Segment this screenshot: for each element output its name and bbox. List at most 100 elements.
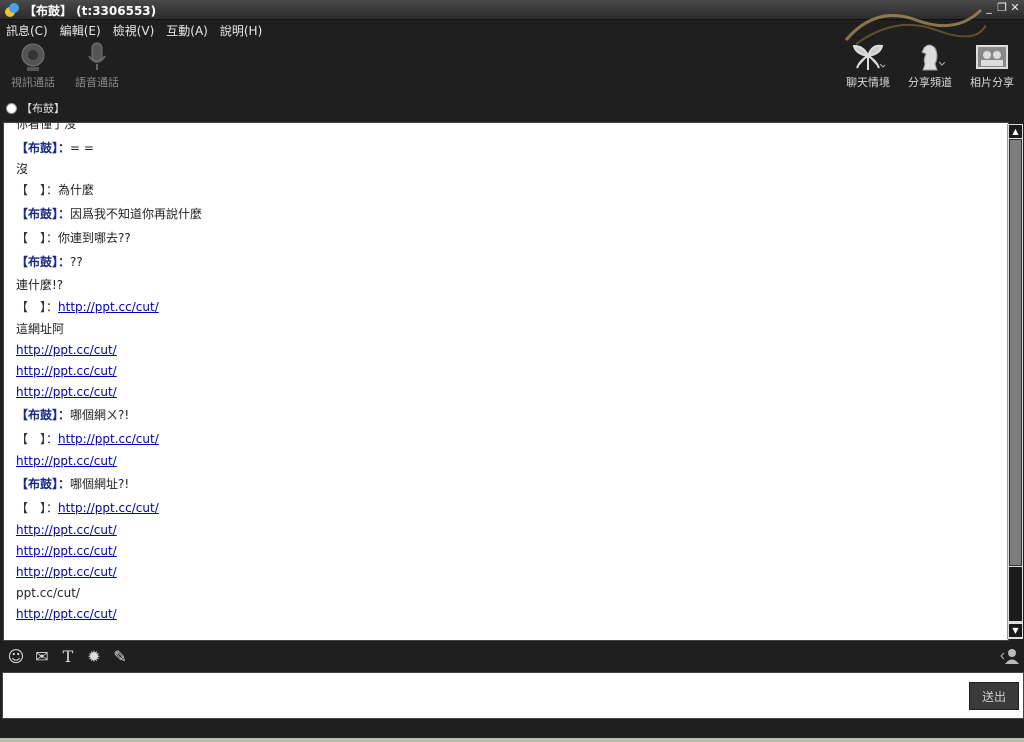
attach-icon[interactable]: ✎: [110, 646, 130, 666]
webcam-icon: [21, 43, 45, 71]
message-link[interactable]: http://ppt.cc/cut/: [58, 300, 159, 314]
bottom-strip: [0, 738, 1024, 742]
message-speaker: 【布鼓】: [16, 477, 59, 491]
send-button[interactable]: 送出: [969, 682, 1019, 710]
chat-history[interactable]: 你看懂了沒 【布鼓】：= = 沒【 】：為什麼 【布鼓】：因爲我不知道你再說什麼【 】…: [3, 122, 1009, 641]
message-text: 連什麼!?: [16, 278, 64, 292]
chat-scene-button[interactable]: 聊天情境: [842, 42, 894, 90]
message-link[interactable]: http://ppt.cc/cut/: [16, 343, 117, 357]
chat-message: 【布鼓】：哪個網ㄨ?!: [16, 406, 129, 423]
message-speaker: 【 】: [16, 231, 47, 245]
chat-message: 這網址阿: [16, 320, 64, 337]
message-text: 這網址阿: [16, 322, 65, 336]
chat-message: 連什麼!?: [16, 276, 63, 293]
message-input-area[interactable]: 送出: [2, 672, 1024, 719]
message-link[interactable]: http://ppt.cc/cut/: [16, 544, 117, 558]
chat-message: 【布鼓】：因爲我不知道你再說什麼: [16, 205, 202, 222]
chat-message: 【布鼓】：哪個網址?!: [16, 475, 129, 492]
chat-scene-label: 聊天情境: [846, 76, 890, 89]
message-speaker: 【布鼓】: [16, 255, 59, 269]
message-speaker: 【布鼓】: [16, 408, 59, 422]
message-separator: ：: [46, 501, 59, 515]
message-link[interactable]: http://ppt.cc/cut/: [16, 523, 117, 537]
scroll-down-button[interactable]: ▼: [1009, 624, 1022, 637]
chat-message: http://ppt.cc/cut/: [16, 607, 117, 621]
window-title: 【布鼓】 (t:3306553): [24, 4, 157, 18]
photo-share-button[interactable]: 相片分享: [966, 42, 1018, 90]
message-separator: ：: [58, 141, 71, 155]
menu-edit[interactable]: 編輯(E): [54, 20, 107, 40]
message-link[interactable]: http://ppt.cc/cut/: [58, 432, 159, 446]
chat-message: http://ppt.cc/cut/: [16, 523, 117, 537]
chat-message: http://ppt.cc/cut/: [16, 364, 117, 378]
restore-button[interactable]: ❐: [997, 2, 1007, 14]
message-separator: ：: [58, 408, 71, 422]
toolbar-right: 聊天情境 分享頻道 相片分享: [842, 42, 1018, 90]
contact-name[interactable]: 【布鼓】: [21, 100, 65, 116]
chat-message: 【 】：為什麼: [16, 181, 94, 198]
chat-message: 【布鼓】：= =: [16, 139, 94, 156]
status-dot-icon: [6, 102, 17, 114]
scroll-up-button[interactable]: ▲: [1009, 125, 1022, 138]
message-text: ??: [70, 255, 83, 269]
chat-message: 【 】：http://ppt.cc/cut/: [16, 499, 159, 516]
chat-message: http://ppt.cc/cut/: [16, 385, 117, 399]
message-link[interactable]: http://ppt.cc/cut/: [16, 565, 117, 579]
chat-scrollbar[interactable]: ▲ ▼: [1007, 124, 1023, 639]
chat-message: 你看懂了沒: [16, 122, 77, 132]
menu-message[interactable]: 訊息(C): [0, 20, 54, 40]
contact-status: 【布鼓】: [6, 100, 65, 116]
emoticon-icon[interactable]: ☺: [6, 646, 26, 666]
message-link[interactable]: http://ppt.cc/cut/: [58, 501, 159, 515]
message-separator: ：: [46, 300, 59, 314]
message-text: 因爲我不知道你再說什麼: [70, 207, 203, 221]
nudge-icon[interactable]: ✉: [32, 646, 52, 666]
message-speaker: 【布鼓】: [16, 207, 59, 221]
message-text: 你連到哪去??: [58, 231, 131, 245]
chat-message: 沒: [16, 160, 28, 177]
chat-message: http://ppt.cc/cut/: [16, 343, 117, 357]
share-channel-button[interactable]: 分享頻道: [904, 42, 956, 90]
video-call-button[interactable]: 視訊通話: [8, 42, 58, 90]
font-icon[interactable]: T: [58, 646, 78, 666]
chat-message: http://ppt.cc/cut/: [16, 454, 117, 468]
chess-knight-icon: [921, 44, 946, 71]
wink-icon[interactable]: ✹: [84, 646, 104, 666]
minimize-button[interactable]: _: [984, 2, 994, 14]
message-link[interactable]: http://ppt.cc/cut/: [16, 385, 117, 399]
title-bar: 【布鼓】 (t:3306553) _ ❐ ✕: [0, 0, 1024, 45]
toolbar-left: 視訊通話 語音通話: [8, 42, 122, 90]
message-separator: ：: [46, 183, 59, 197]
menu-view[interactable]: 檢視(V): [107, 20, 161, 40]
contact-card-icon[interactable]: [1000, 647, 1020, 665]
scroll-thumb[interactable]: [1009, 567, 1022, 621]
message-link[interactable]: http://ppt.cc/cut/: [16, 454, 117, 468]
microphone-icon: [88, 42, 106, 70]
chat-toolbar: ☺ ✉ T ✹ ✎: [0, 643, 1024, 669]
menu-bar: 訊息(C) 編輯(E) 檢視(V) 互動(A) 說明(H): [0, 20, 700, 40]
close-button[interactable]: ✕: [1010, 2, 1020, 14]
message-text: ppt.cc/cut/: [16, 586, 80, 600]
message-speaker: 【 】: [16, 432, 47, 446]
title-decoration: [844, 8, 986, 45]
menu-interact[interactable]: 互動(A): [160, 20, 214, 40]
message-separator: ：: [58, 477, 71, 491]
message-speaker: 【 】: [16, 300, 47, 314]
photo-share-label: 相片分享: [970, 76, 1014, 89]
message-link[interactable]: http://ppt.cc/cut/: [16, 607, 117, 621]
chat-message: http://ppt.cc/cut/: [16, 544, 117, 558]
chat-message: 【布鼓】：??: [16, 253, 83, 270]
menu-help[interactable]: 說明(H): [214, 20, 268, 40]
message-speaker: 【布鼓】: [16, 141, 59, 155]
message-text: 沒: [16, 162, 29, 176]
video-call-label: 視訊通話: [11, 76, 55, 89]
voice-call-button[interactable]: 語音通話: [72, 42, 122, 90]
message-link[interactable]: http://ppt.cc/cut/: [16, 364, 117, 378]
message-separator: ：: [58, 207, 71, 221]
message-text: 你看懂了沒: [16, 122, 77, 131]
scroll-track[interactable]: [1009, 139, 1022, 566]
message-text: 哪個網址?!: [70, 477, 130, 491]
messenger-icon: [5, 3, 19, 17]
message-text: 為什麼: [58, 183, 95, 197]
message-separator: ：: [58, 255, 71, 269]
